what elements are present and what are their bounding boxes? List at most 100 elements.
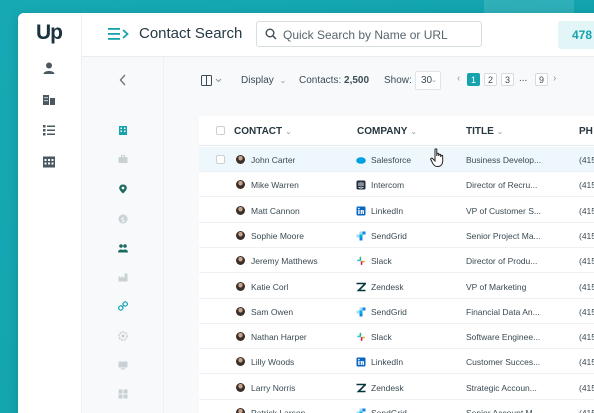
company-filter-icon[interactable] <box>118 125 128 135</box>
page-button-3[interactable]: 3 <box>501 73 514 86</box>
building-icon[interactable] <box>42 92 56 106</box>
job-title: Customer Succes... <box>466 357 541 368</box>
job-title: Financial Data An... <box>466 306 540 317</box>
hand-cursor-icon <box>430 148 444 167</box>
page-button-2[interactable]: 2 <box>484 73 497 86</box>
contact-name[interactable]: Matt Cannon <box>251 206 300 216</box>
location-filter-icon[interactable] <box>118 184 128 194</box>
sort-caret-icon: ⌄ <box>285 127 292 136</box>
table-row[interactable]: Jeremy Matthews Slack Director of Produ...… <box>199 248 594 274</box>
avatar <box>236 306 245 316</box>
table-row[interactable]: Patrick Larson SendGrid Senior Account M..… <box>199 400 594 413</box>
table-row[interactable]: Sophie Moore SendGrid Senior Project Ma...… <box>199 223 594 248</box>
table-row[interactable]: Mike Warren Intercom Director of Recru... (… <box>199 172 594 198</box>
phone-number[interactable]: (415 <box>579 357 594 367</box>
table-row[interactable]: John Carter Salesforce Business Develop...… <box>199 147 594 172</box>
phone-number[interactable]: (415 <box>579 206 594 216</box>
company-name[interactable]: LinkedIn <box>371 357 403 367</box>
phone-number[interactable]: (415 <box>579 155 594 165</box>
app-logo[interactable]: Up <box>36 21 63 45</box>
job-title: Strategic Accoun... <box>466 382 537 393</box>
table-row[interactable]: Nathan Harper Slack Software Enginee... (41… <box>199 324 594 350</box>
avatar <box>236 332 245 342</box>
contact-name[interactable]: Sam Owen <box>251 307 293 317</box>
contact-name[interactable]: Katie Corl <box>251 282 288 292</box>
contact-name[interactable]: John Carter <box>251 155 295 165</box>
column-header-contact[interactable]: CONTACT ⌄ <box>234 126 292 137</box>
search-icon <box>265 28 277 40</box>
contacts-table: CONTACT ⌄ COMPANY ⌄ TITLE ⌄ PH John Carter S… <box>199 116 594 413</box>
prev-page-icon[interactable]: ‹ <box>457 73 460 84</box>
contact-name[interactable]: Sophie Moore <box>251 231 304 241</box>
company-name[interactable]: LinkedIn <box>371 206 403 216</box>
avatar <box>236 281 245 291</box>
table-row[interactable]: Larry Norris Zendesk Strategic Accoun... (4… <box>199 375 594 400</box>
list-icon[interactable] <box>42 123 56 137</box>
search-input[interactable] <box>283 26 473 43</box>
user-icon[interactable] <box>42 61 56 75</box>
next-page-icon[interactable]: › <box>553 73 556 84</box>
display-dropdown[interactable]: Display ⌄ <box>241 75 286 86</box>
phone-number[interactable]: (415 <box>579 282 594 292</box>
job-title: VP of Customer S... <box>466 205 541 216</box>
contact-name[interactable]: Jeremy Matthews <box>251 256 318 266</box>
phone-number[interactable]: (415 <box>579 383 594 393</box>
table-row[interactable]: Katie Corl Zendesk VP of Marketing (415 <box>199 274 594 299</box>
employees-filter-icon[interactable] <box>118 243 128 253</box>
company-name[interactable]: Slack <box>371 256 392 266</box>
phone-number[interactable]: (415 <box>579 307 594 317</box>
contacts-value: 2,500 <box>344 75 370 86</box>
phone-number[interactable]: (415 <box>579 408 594 413</box>
contact-name[interactable]: Nathan Harper <box>251 332 307 342</box>
phone-number[interactable]: (415 <box>579 256 594 266</box>
settings-filter-icon[interactable] <box>118 331 128 341</box>
company-name[interactable]: Slack <box>371 332 392 342</box>
contact-name[interactable]: Larry Norris <box>251 383 295 393</box>
phone-number[interactable]: (415 <box>579 231 594 241</box>
page-button-1[interactable]: 1 <box>467 73 480 86</box>
company-name[interactable]: SendGrid <box>371 408 407 413</box>
column-header-title[interactable]: TITLE ⌄ <box>466 126 503 137</box>
collapse-panel-icon[interactable] <box>118 74 128 86</box>
table-row[interactable]: Matt Cannon LinkedIn VP of Customer S... (4… <box>199 198 594 223</box>
company-name[interactable]: SendGrid <box>371 307 407 317</box>
select-all-checkbox[interactable] <box>216 126 225 135</box>
avatar <box>236 382 245 392</box>
quick-search[interactable] <box>256 21 482 47</box>
column-header-company[interactable]: COMPANY ⌄ <box>357 126 417 137</box>
menu-toggle-icon[interactable] <box>108 27 130 41</box>
calendar-grid-icon[interactable] <box>42 155 56 169</box>
contacts-count: Contacts: 2,500 <box>299 75 369 86</box>
briefcase-filter-icon[interactable] <box>118 154 128 164</box>
company-name[interactable]: Intercom <box>371 180 404 190</box>
industry-filter-icon[interactable] <box>118 272 128 282</box>
filter-panel: $ <box>82 57 164 413</box>
page-button-9[interactable]: 9 <box>535 73 548 86</box>
show-select[interactable]: 30 ⌄ <box>415 71 441 90</box>
link-filter-icon[interactable] <box>118 301 128 311</box>
table-row[interactable]: Lilly Woods LinkedIn Customer Succes... (41… <box>199 349 594 375</box>
table-row[interactable]: Sam Owen SendGrid Financial Data An... (415 <box>199 299 594 324</box>
row-checkbox[interactable] <box>216 155 225 164</box>
contact-name[interactable]: Mike Warren <box>251 180 299 190</box>
contact-name[interactable]: Patrick Larson <box>251 408 305 413</box>
avatar <box>236 230 245 240</box>
linkedin-logo-icon <box>356 357 366 367</box>
svg-text:$: $ <box>121 216 125 224</box>
count-badge[interactable]: 478 <box>558 21 594 49</box>
show-label: Show: <box>384 75 412 86</box>
contact-name[interactable]: Lilly Woods <box>251 357 294 367</box>
company-name[interactable]: Zendesk <box>371 383 404 393</box>
company-name[interactable]: Salesforce <box>371 155 411 165</box>
apps-filter-icon[interactable] <box>118 389 128 399</box>
phone-number[interactable]: (415 <box>579 180 594 190</box>
company-name[interactable]: SendGrid <box>371 231 407 241</box>
column-header-phone[interactable]: PH <box>579 126 593 137</box>
monitor-filter-icon[interactable] <box>118 360 128 370</box>
phone-number[interactable]: (415 <box>579 332 594 342</box>
company-name[interactable]: Zendesk <box>371 282 404 292</box>
header-bar: Contact Search 478 <box>82 13 594 57</box>
columns-icon[interactable] <box>201 75 223 87</box>
left-rail: Up <box>18 13 82 413</box>
revenue-filter-icon[interactable]: $ <box>118 214 128 224</box>
